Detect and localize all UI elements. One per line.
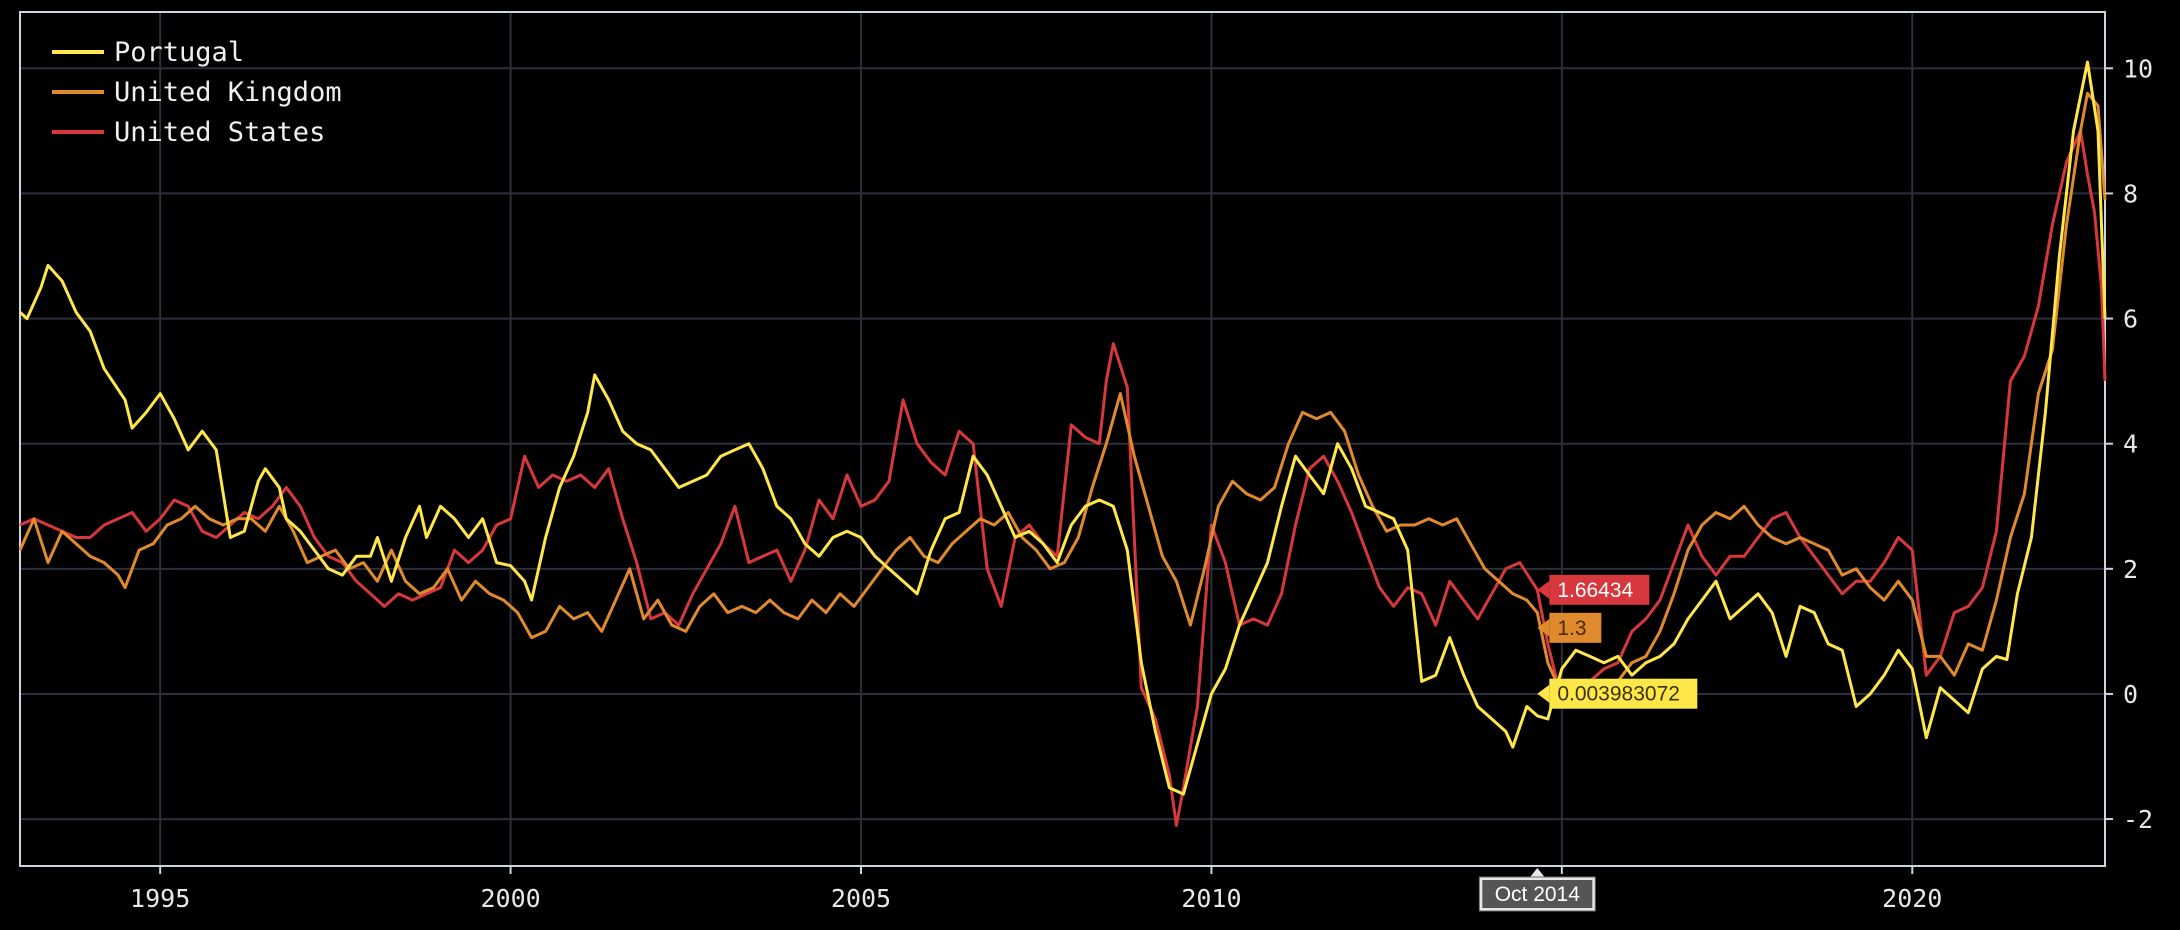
x-tick-label: 2000 (480, 884, 540, 913)
y-tick-label: 6 (2123, 305, 2138, 334)
y-tick-label: -2 (2123, 805, 2153, 834)
chart-container[interactable]: -20246810 199520002005201020152020 Portu… (0, 0, 2180, 930)
y-tick-label: 2 (2123, 555, 2138, 584)
legend-label[interactable]: United Kingdom (114, 77, 342, 108)
x-tick-label: 2005 (831, 884, 891, 913)
hover-value-label: 1.66434 (1557, 579, 1633, 602)
line-chart[interactable]: -20246810 199520002005201020152020 Portu… (0, 0, 2180, 930)
hover-value-label: 0.003983072 (1557, 683, 1680, 706)
x-tick-label: 2010 (1181, 884, 1241, 913)
legend-label[interactable]: Portugal (114, 37, 244, 68)
y-tick-label: 8 (2123, 179, 2138, 208)
hover-value-label: 1.3 (1557, 617, 1586, 640)
legend-label[interactable]: United States (114, 117, 325, 148)
x-tick-label: 1995 (130, 884, 190, 913)
y-tick-label: 10 (2123, 54, 2153, 83)
y-tick-label: 0 (2123, 680, 2138, 709)
hover-x-label: Oct 2014 (1495, 883, 1581, 906)
y-tick-label: 4 (2123, 430, 2138, 459)
x-tick-label: 2020 (1882, 884, 1942, 913)
chart-background (0, 0, 2180, 930)
